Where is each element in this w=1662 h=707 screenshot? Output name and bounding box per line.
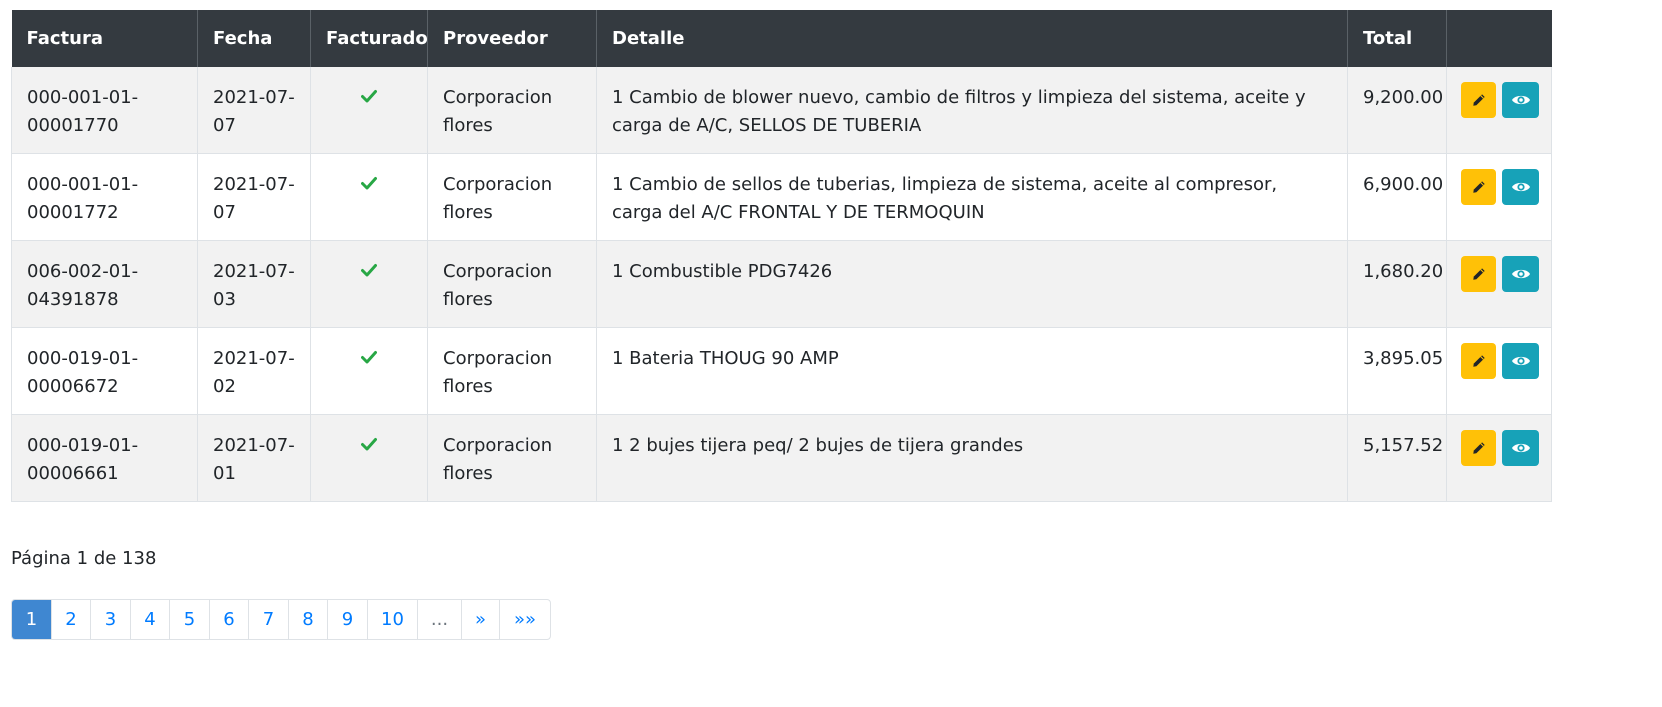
total-cell: 1,680.20 (1347, 240, 1447, 328)
pencil-icon (1472, 442, 1485, 454)
proveedor-cell: Corporacion flores (427, 153, 597, 241)
table-row: 000-019-01-00006661 2021-07-01 Corporaci… (11, 414, 1552, 502)
factura-cell: 000-019-01-00006661 (11, 414, 198, 502)
edit-button[interactable] (1461, 343, 1496, 379)
col-header-proveedor[interactable]: Proveedor (427, 10, 597, 67)
page-link: ... (418, 600, 462, 639)
page-link[interactable]: 7 (249, 600, 289, 639)
col-header-total[interactable]: Total (1347, 10, 1447, 67)
edit-button[interactable] (1461, 430, 1496, 466)
actions-cell (1446, 153, 1552, 241)
eye-icon (1511, 443, 1530, 453)
check-icon (361, 177, 377, 190)
edit-button[interactable] (1461, 169, 1496, 205)
page-link[interactable]: 5 (170, 600, 210, 639)
detalle-cell: 1 Bateria THOUG 90 AMP (596, 327, 1348, 415)
pencil-icon (1472, 268, 1485, 280)
pencil-icon (1472, 94, 1485, 106)
fecha-cell: 2021-07-02 (197, 327, 311, 415)
check-icon (361, 90, 377, 103)
actions-cell (1446, 327, 1552, 415)
col-header-fecha[interactable]: Fecha (197, 10, 311, 67)
view-button[interactable] (1502, 82, 1539, 118)
view-button[interactable] (1502, 343, 1539, 379)
page-link-current[interactable]: 1 (12, 600, 52, 639)
view-button[interactable] (1502, 256, 1539, 292)
fecha-cell: 2021-07-01 (197, 414, 311, 502)
page-info: Página 1 de 138 (11, 548, 157, 569)
total-cell: 3,895.05 (1347, 327, 1447, 415)
col-header-facturado[interactable]: Facturado (310, 10, 428, 67)
fecha-cell: 2021-07-07 (197, 67, 311, 154)
proveedor-cell: Corporacion flores (427, 67, 597, 154)
proveedor-cell: Corporacion flores (427, 327, 597, 415)
proveedor-cell: Corporacion flores (427, 414, 597, 502)
facturado-cell (310, 240, 428, 328)
pagination: 1 2 3 4 5 6 7 8 9 10...»»» (11, 599, 551, 640)
total-cell: 6,900.00 (1347, 153, 1447, 241)
facturado-cell (310, 153, 428, 241)
header-row: Factura Fecha Facturado Proveedor Detall… (11, 10, 1552, 67)
page-link[interactable]: » (462, 600, 500, 639)
proveedor-cell: Corporacion flores (427, 240, 597, 328)
detalle-cell: 1 Cambio de sellos de tuberias, limpieza… (596, 153, 1348, 241)
total-cell: 9,200.00 (1347, 67, 1447, 154)
facturado-cell (310, 67, 428, 154)
check-icon (361, 438, 377, 451)
edit-button[interactable] (1461, 82, 1496, 118)
page-container: Factura Fecha Facturado Proveedor Detall… (0, 0, 1662, 640)
view-button[interactable] (1502, 430, 1539, 466)
check-icon (361, 351, 377, 364)
page-link[interactable]: 9 (328, 600, 368, 639)
actions-cell (1446, 67, 1552, 154)
edit-button[interactable] (1461, 256, 1496, 292)
pencil-icon (1472, 181, 1485, 193)
eye-icon (1511, 356, 1530, 366)
factura-cell: 006-002-01-04391878 (11, 240, 198, 328)
table-row: 000-001-01-00001772 2021-07-07 Corporaci… (11, 153, 1552, 241)
page-link[interactable]: 6 (210, 600, 249, 639)
actions-cell (1446, 240, 1552, 328)
table-body: 000-001-01-00001770 2021-07-07 Corporaci… (11, 67, 1552, 502)
eye-icon (1511, 182, 1530, 192)
table-row: 006-002-01-04391878 2021-07-03 Corporaci… (11, 240, 1552, 328)
table-row: 000-001-01-00001770 2021-07-07 Corporaci… (11, 67, 1552, 154)
factura-cell: 000-001-01-00001772 (11, 153, 198, 241)
detalle-cell: 1 Cambio de blower nuevo, cambio de filt… (596, 67, 1348, 154)
total-cell: 5,157.52 (1347, 414, 1447, 502)
fecha-cell: 2021-07-07 (197, 153, 311, 241)
detalle-cell: 1 Combustible PDG7426 (596, 240, 1348, 328)
page-link[interactable]: 2 (52, 600, 91, 639)
facturado-cell (310, 327, 428, 415)
page-link[interactable]: 10 (368, 600, 418, 639)
facturado-cell (310, 414, 428, 502)
page-link[interactable]: »» (500, 600, 550, 639)
page-link[interactable]: 3 (91, 600, 131, 639)
table-header: Factura Fecha Facturado Proveedor Detall… (11, 10, 1552, 67)
pencil-icon (1472, 355, 1485, 367)
factura-cell: 000-019-01-00006672 (11, 327, 198, 415)
page-link[interactable]: 4 (131, 600, 170, 639)
factura-cell: 000-001-01-00001770 (11, 67, 198, 154)
detalle-cell: 1 2 bujes tijera peq/ 2 bujes de tijera … (596, 414, 1348, 502)
col-header-actions (1446, 10, 1552, 67)
eye-icon (1511, 95, 1530, 105)
check-icon (361, 264, 377, 277)
fecha-cell: 2021-07-03 (197, 240, 311, 328)
eye-icon (1511, 269, 1530, 279)
view-button[interactable] (1502, 169, 1539, 205)
col-header-factura[interactable]: Factura (11, 10, 198, 67)
page-link[interactable]: 8 (289, 600, 328, 639)
actions-cell (1446, 414, 1552, 502)
col-header-detalle[interactable]: Detalle (596, 10, 1348, 67)
invoices-table: Factura Fecha Facturado Proveedor Detall… (11, 10, 1552, 502)
table-row: 000-019-01-00006672 2021-07-02 Corporaci… (11, 327, 1552, 415)
